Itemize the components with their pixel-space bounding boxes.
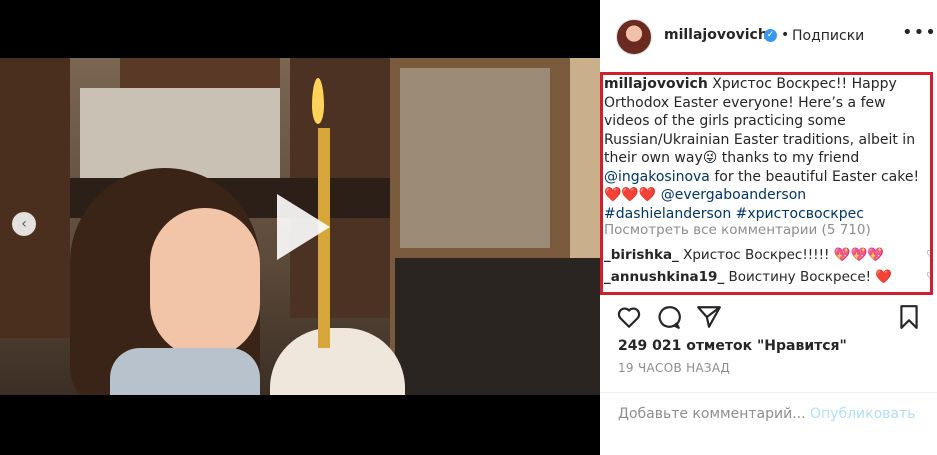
door-left [0,58,70,338]
comment-row: _birishka_ Христос Воскрес!!!!! 💖💖💖 ♡ [604,246,930,264]
separator-dot: • [781,27,790,43]
bookmark-icon[interactable] [896,304,922,330]
comments-highlight-box: millajovovich Христос Воскрес!! Happy Or… [600,72,933,295]
comment-text: Христос Воскрес!!!!! 💖💖💖 [678,247,885,263]
likes-count[interactable]: 249 021 отметок "Нравится" [618,338,847,354]
heart-icon[interactable] [616,304,642,330]
mention-link-2[interactable]: @evergaboanderson [661,187,806,203]
divider [600,392,937,393]
post-side-panel: millajovovich ✓ • Подписки ••• millajovo… [600,0,937,455]
post-media[interactable]: ‹ [0,0,600,455]
post-header: millajovovich ✓ • Подписки ••• [600,0,937,74]
follow-status-button[interactable]: Подписки [792,28,864,44]
view-all-comments-link[interactable]: Посмотреть все комментарии (5 710) [604,222,871,238]
action-bar [616,304,926,334]
publish-button[interactable]: Опубликовать [810,406,915,422]
comment-icon[interactable] [656,304,682,330]
video-frame[interactable] [0,58,600,395]
avatar[interactable] [616,19,652,55]
candle-flame [312,78,324,124]
more-icon[interactable]: ••• [902,22,937,43]
comment-like-icon[interactable]: ♡ [926,246,930,264]
share-icon[interactable] [696,304,722,330]
hutch-glass [400,68,550,248]
post-username[interactable]: millajovovich [664,27,768,43]
play-icon[interactable] [272,192,332,262]
table [395,258,600,395]
post-timestamp[interactable]: 19 ЧАСОВ НАЗАД [618,361,730,375]
caption-author[interactable]: millajovovich [604,76,708,92]
comment-input[interactable]: Добавьте комментарий... [618,406,806,422]
girl-shirt [110,348,260,395]
girl-face [150,208,260,358]
caption: millajovovich Христос Воскрес!! Happy Or… [604,75,930,223]
hashtag-link-2[interactable]: #христосвоскрес [736,206,864,222]
mention-link[interactable]: @ingakosinova [604,169,710,185]
comment-like-icon[interactable]: ♡ [926,268,930,286]
comment-row: _annushkina19_ Воистину Воскресе! ❤️ ♡ [604,268,930,286]
verified-icon: ✓ [764,29,777,42]
prev-arrow-icon[interactable]: ‹ [12,212,36,236]
hashtag-link[interactable]: #dashielanderson [604,206,731,222]
comment-username[interactable]: _birishka_ [604,247,679,263]
comment-username[interactable]: _annushkina19_ [604,269,724,285]
comment-text: Воистину Воскресе! ❤️ [724,269,893,285]
cabinet [120,58,280,88]
